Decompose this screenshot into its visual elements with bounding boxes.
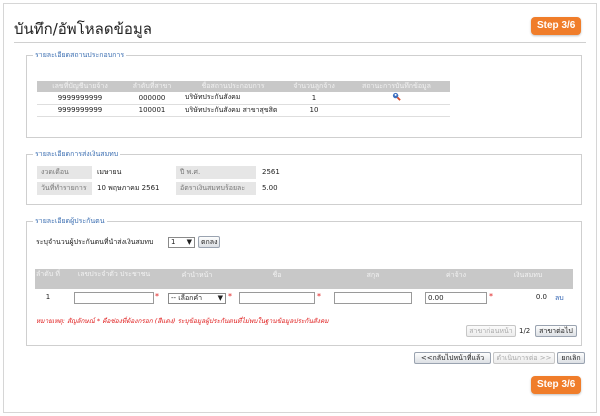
col-account: เลขที่บัญชีนายจ้าง xyxy=(37,81,123,92)
status-cell xyxy=(343,92,450,105)
row-no: 1 xyxy=(45,293,51,301)
confirm-count-button[interactable]: ตกลง xyxy=(198,236,220,248)
title-divider xyxy=(14,42,586,43)
page-indicator: 1/2 xyxy=(519,327,531,335)
national-id-input[interactable] xyxy=(74,292,154,304)
date-value: 10 พฤษภาคม 2561 xyxy=(97,184,160,192)
employer-details-legend: รายละเอียดสถานประกอบการ xyxy=(35,51,125,59)
account-cell: 9999999999 xyxy=(37,92,123,105)
year-value: 2561 xyxy=(262,168,280,176)
account-cell: 9999999999 xyxy=(37,104,123,117)
name-cell: บริษัทประกันสังคม xyxy=(181,92,285,105)
delete-row-link[interactable]: ลบ xyxy=(555,293,564,304)
col-first: ชื่อ xyxy=(272,271,282,279)
table-row: 9999999999 000000 บริษัทประกันสังคม 1 xyxy=(37,92,450,105)
cancel-button[interactable]: ยกเลิก xyxy=(557,352,585,364)
prefix-select[interactable]: -- เลือกคำ ▼ xyxy=(168,293,226,304)
employees-cell: 10 xyxy=(285,104,343,117)
col-wage: ค่าจ้าง xyxy=(445,271,467,279)
chevron-down-icon: ▼ xyxy=(186,238,192,246)
first-name-input[interactable] xyxy=(239,292,315,304)
status-cell xyxy=(343,104,450,117)
count-select[interactable]: 1 ▼ xyxy=(168,237,195,248)
page: บันทึก/อัพโหลดข้อมูล Step 3/6 รายละเอียด… xyxy=(3,3,597,413)
required-marker: * xyxy=(317,292,321,301)
count-label: ระบุจำนวนผู้ประกันตนที่นำส่งเงินสมทบ xyxy=(36,238,154,246)
col-prefix: คำนำหน้า xyxy=(181,271,213,279)
col-branch: ลำดับที่สาขา xyxy=(123,81,181,92)
chevron-down-icon: ▼ xyxy=(217,294,223,302)
branch-cell: 000000 xyxy=(123,92,181,105)
employees-cell: 1 xyxy=(285,92,343,105)
next-branch-button[interactable]: สาขาต่อไป xyxy=(535,325,577,337)
wage-input[interactable]: 0.00 xyxy=(425,292,487,304)
year-label: ปี พ.ศ. xyxy=(176,166,256,179)
col-id: เลขประจำตัว ประชาชน xyxy=(77,270,151,278)
rate-label: อัตราเงินสมทบร้อยละ xyxy=(176,182,256,195)
rate-value: 5.00 xyxy=(262,184,278,192)
continue-button[interactable]: ดำเนินการต่อ >> xyxy=(493,352,555,364)
col-no: ลำดับ ที่ xyxy=(35,270,61,278)
last-name-input[interactable] xyxy=(334,292,412,304)
col-name: ชื่อสถานประกอบการ xyxy=(181,81,285,92)
employer-table: เลขที่บัญชีนายจ้าง ลำดับที่สาขา ชื่อสถาน… xyxy=(37,81,450,117)
page-title: บันทึก/อัพโหลดข้อมูล xyxy=(14,20,152,38)
col-contribution: เงินสมทบ xyxy=(513,271,543,279)
insured-details-legend: รายละเอียดผู้ประกันตน xyxy=(35,217,105,225)
prefix-select-value: -- เลือกคำ xyxy=(171,294,203,302)
col-status: สถานะการบันทึกข้อมูล xyxy=(343,81,450,92)
required-marker: * xyxy=(155,292,159,301)
required-note: หมายเหตุ: สัญลักษณ์ * คือช่องที่ต้องกรอก… xyxy=(36,317,329,325)
branch-cell: 100001 xyxy=(123,104,181,117)
count-select-value: 1 xyxy=(171,238,176,246)
contribution-value: 0.0 xyxy=(535,293,547,301)
contribution-details-legend: รายละเอียดการส่งเงินสมทบ xyxy=(35,150,119,158)
back-button[interactable]: <<กลับไปหน้าที่แล้ว xyxy=(414,352,491,364)
required-marker: * xyxy=(489,292,493,301)
col-last: สกุล xyxy=(366,271,380,279)
table-row: 9999999999 100001 บริษัทประกันสังคม สาขา… xyxy=(37,104,450,117)
name-cell: บริษัทประกันสังคม สาขาสุขสิต xyxy=(181,104,285,117)
date-label: วันที่ทำรายการ xyxy=(37,182,92,195)
period-label: งวดเดือน xyxy=(37,166,92,179)
step-indicator-bottom: Step 3/6 xyxy=(531,376,582,394)
required-marker: * xyxy=(228,292,232,301)
prev-branch-button[interactable]: สาขาก่อนหน้า xyxy=(466,325,516,337)
search-user-icon[interactable] xyxy=(392,92,401,101)
period-value: เมษายน xyxy=(97,168,122,176)
col-employees: จำนวนลูกจ้าง xyxy=(285,81,343,92)
employer-table-header: เลขที่บัญชีนายจ้าง ลำดับที่สาขา ชื่อสถาน… xyxy=(37,81,450,92)
step-indicator-top: Step 3/6 xyxy=(531,17,582,35)
